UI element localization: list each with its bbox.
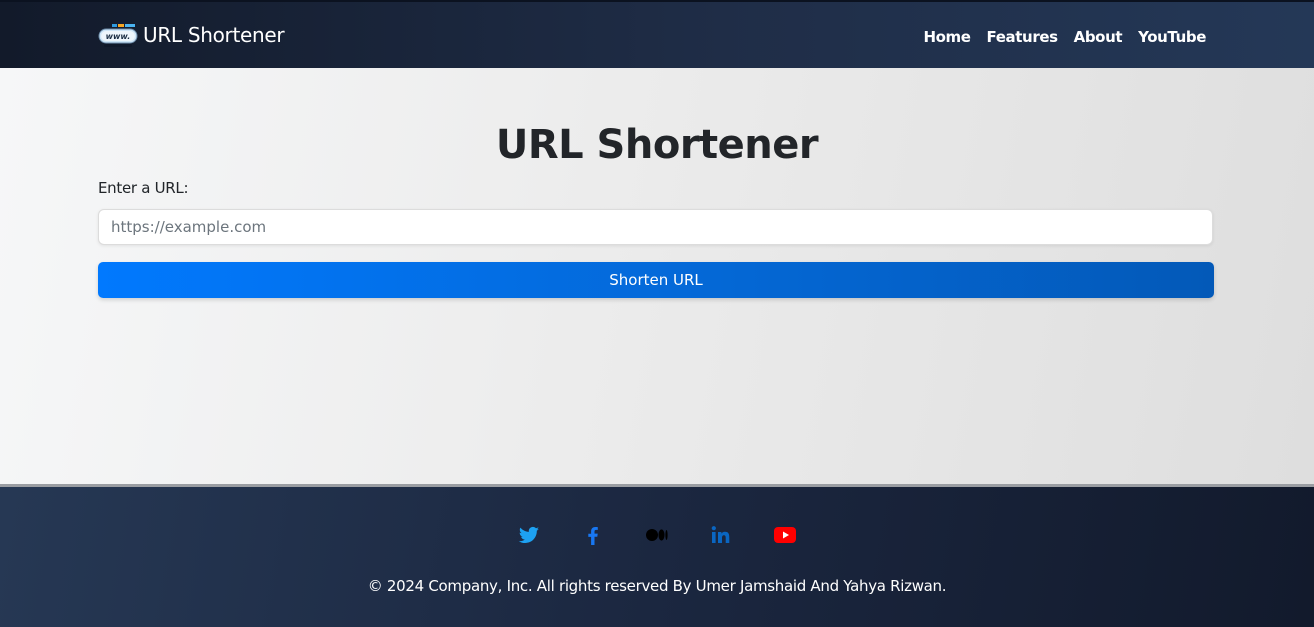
nav-links: Home Features About YouTube [923, 26, 1206, 48]
url-input[interactable] [98, 209, 1213, 245]
copyright-text: © 2024 Company, Inc. All rights reserved… [367, 577, 947, 595]
logo-text: www. [106, 32, 131, 41]
brand-name: URL Shortener [143, 23, 285, 47]
shorten-url-button[interactable]: Shorten URL [98, 262, 1214, 298]
social-links [0, 523, 1314, 547]
twitter-icon[interactable] [517, 523, 541, 547]
main-content: URL Shortener Enter a URL: Shorten URL [0, 68, 1314, 484]
facebook-icon[interactable] [581, 523, 605, 547]
page-title: URL Shortener [495, 122, 819, 168]
medium-icon[interactable] [645, 523, 669, 547]
nav-link-youtube[interactable]: YouTube [1138, 26, 1206, 48]
url-logo-icon: www. [98, 22, 138, 48]
linkedin-icon[interactable] [709, 523, 733, 547]
nav-link-features[interactable]: Features [987, 26, 1058, 48]
url-field-label: Enter a URL: [98, 179, 189, 197]
nav-link-home[interactable]: Home [923, 26, 970, 48]
navbar: www. URL Shortener Home Features About Y… [0, 0, 1314, 68]
nav-link-about[interactable]: About [1074, 26, 1123, 48]
footer: © 2024 Company, Inc. All rights reserved… [0, 484, 1314, 627]
youtube-icon[interactable] [773, 523, 797, 547]
brand-link[interactable]: www. URL Shortener [98, 20, 285, 50]
